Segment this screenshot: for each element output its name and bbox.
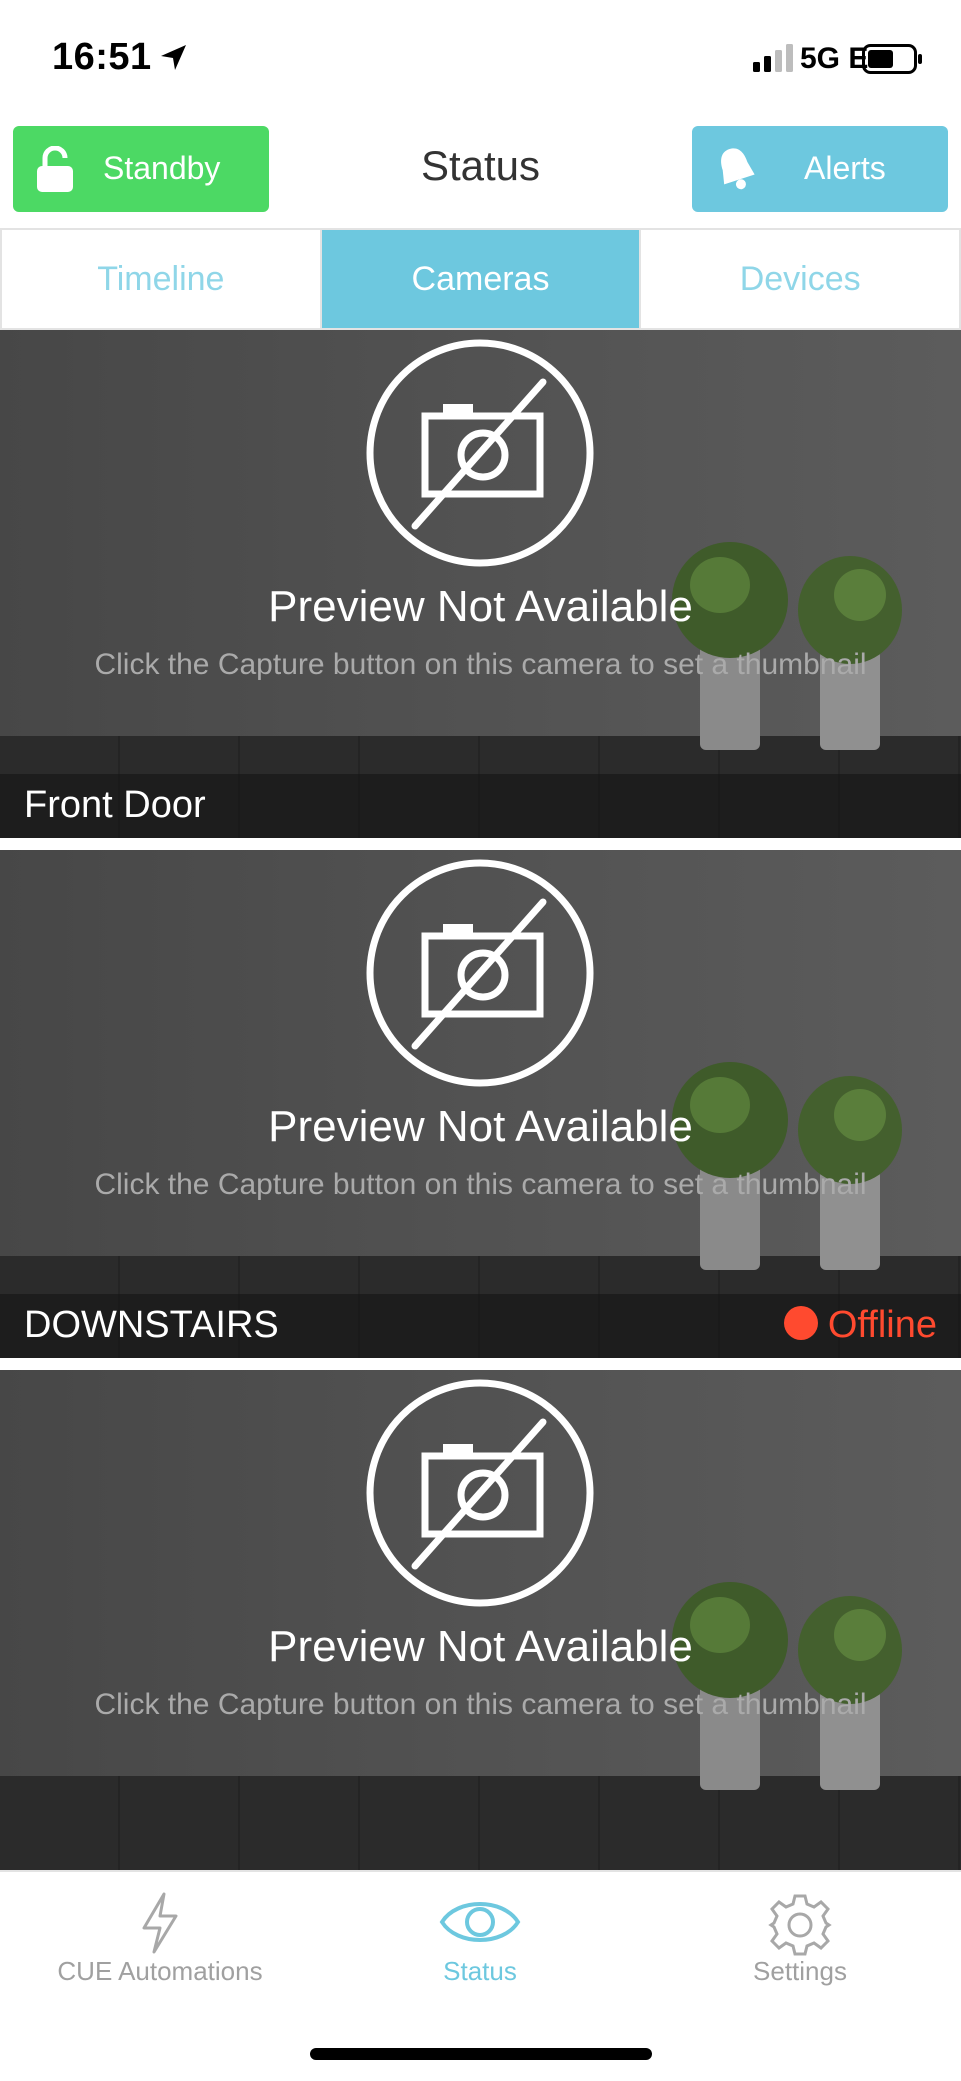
preview-background-floor [0,1776,961,1870]
camera-card-front-door[interactable]: Preview Not Available Click the Capture … [0,330,961,838]
battery-icon [862,44,922,74]
preview-unavailable-hint: Click the Capture button on this camera … [94,648,867,681]
nav-label: CUE Automations [57,1956,263,1986]
camera-unavailable-icon [366,859,594,1087]
nav-label: Status [443,1956,517,1986]
decor-plants-image [672,542,902,750]
location-arrow-icon [161,45,186,70]
offline-dot-icon [783,1305,818,1340]
tab-timeline[interactable]: Timeline [2,230,320,328]
lightning-bolt-icon [142,1892,178,1954]
home-indicator[interactable] [310,2048,652,2060]
camera-unavailable-icon [366,339,594,567]
alerts-label: Alerts [804,150,886,186]
preview-unavailable-title: Preview Not Available [268,582,693,631]
camera-status: Offline [783,1304,937,1347]
tab-cameras[interactable]: Cameras [319,230,640,328]
segmented-tabs: Timeline Cameras Devices [0,228,961,330]
camera-card-downstairs[interactable]: Preview Not Available Click the Capture … [0,850,961,1358]
camera-name-bar: DOWNSTAIRS Offline [0,1294,961,1358]
signal-bars-icon [753,44,793,72]
tab-devices[interactable]: Devices [639,230,959,328]
preview-unavailable-title: Preview Not Available [268,1622,693,1671]
camera-name-bar: Front Door [0,774,961,838]
camera-list[interactable]: Preview Not Available Click the Capture … [0,330,961,1870]
eye-icon [439,1902,521,1942]
header: Standby Status Alerts [0,118,961,228]
preview-unavailable-title: Preview Not Available [268,1102,693,1151]
camera-name: DOWNSTAIRS [24,1304,279,1346]
preview-unavailable-hint: Click the Capture button on this camera … [94,1168,867,1201]
camera-name: Front Door [24,784,206,826]
ios-status-bar: 16:51 5G E [0,0,961,118]
network-type: 5G E [800,42,869,75]
bell-icon [721,148,755,190]
app-root: 16:51 5G E Standby Status Alerts Timelin… [0,0,961,2081]
nav-label: Settings [753,1956,847,1986]
camera-card-third[interactable]: Preview Not Available Click the Capture … [0,1370,961,1870]
status-time: 16:51 [52,36,152,78]
nav-settings[interactable]: Settings [640,1872,960,2002]
gear-icon [768,1894,832,1956]
nav-status[interactable]: Status [320,1872,640,2002]
camera-unavailable-icon [366,1379,594,1607]
camera-status-label: Offline [827,1304,937,1346]
nav-cue-automations[interactable]: CUE Automations [0,1872,320,2002]
alerts-button[interactable]: Alerts [692,126,948,212]
decor-plants-image [672,1582,902,1790]
preview-unavailable-hint: Click the Capture button on this camera … [94,1688,867,1721]
decor-plants-image [672,1062,902,1270]
